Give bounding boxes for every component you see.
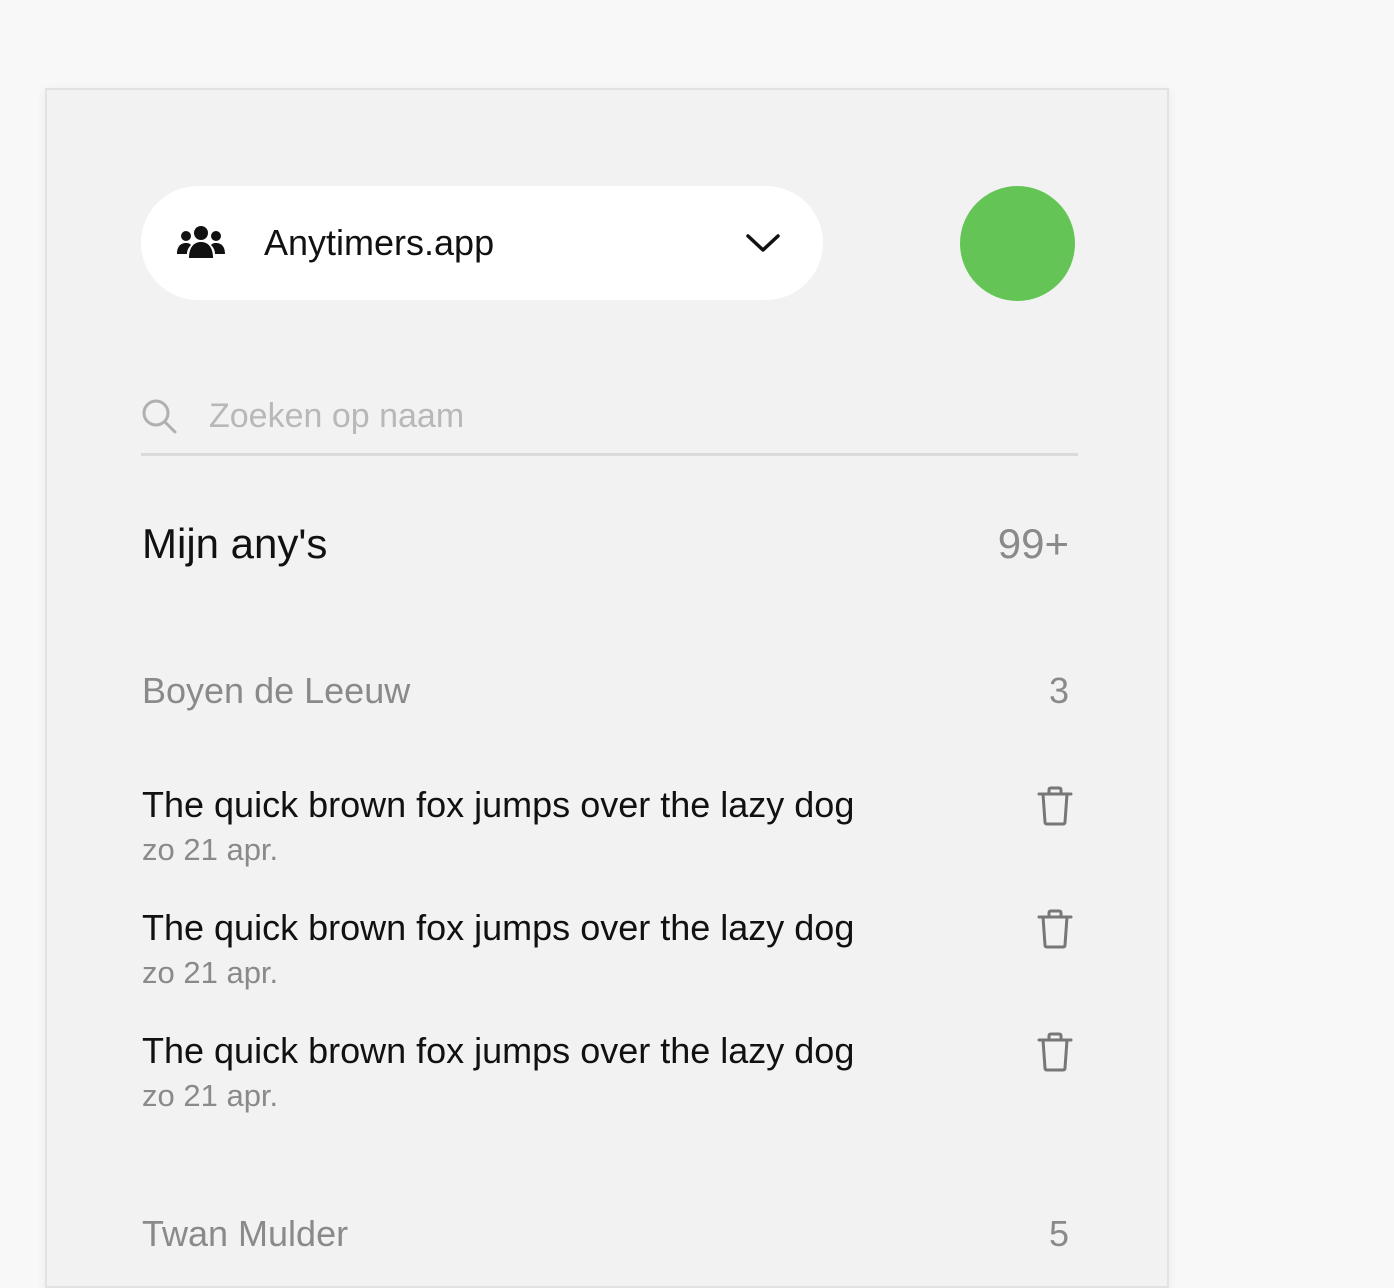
item-date: zo 21 apr. (142, 1078, 279, 1113)
list-item: The quick brown fox jumps over the lazy … (142, 907, 1082, 1007)
trash-icon[interactable] (1036, 786, 1074, 826)
chevron-down-icon (746, 234, 780, 252)
search-icon (142, 399, 177, 434)
search-bar (141, 380, 1078, 456)
trash-icon[interactable] (1036, 909, 1074, 949)
item-text: The quick brown fox jumps over the lazy … (142, 784, 855, 825)
person-count: 5 (1048, 1213, 1069, 1254)
person-name[interactable]: Boyen de Leeuw (142, 670, 410, 712)
group-name: Anytimers.app (264, 222, 495, 263)
item-date: zo 21 apr. (142, 955, 279, 990)
users-icon (177, 226, 225, 258)
item-text: The quick brown fox jumps over the lazy … (142, 907, 855, 948)
list-item: The quick brown fox jumps over the lazy … (142, 784, 1082, 884)
search-input[interactable] (209, 386, 1069, 446)
trash-icon[interactable] (1036, 1032, 1074, 1072)
group-selector[interactable]: Anytimers.app (141, 186, 823, 300)
person-name[interactable]: Twan Mulder (142, 1213, 348, 1255)
item-date: zo 21 apr. (142, 832, 279, 867)
person-count: 3 (1048, 670, 1069, 711)
item-text: The quick brown fox jumps over the lazy … (142, 1030, 855, 1071)
avatar[interactable] (960, 186, 1075, 301)
list-item: The quick brown fox jumps over the lazy … (142, 1030, 1082, 1130)
main-panel: Anytimers.app Mijn any's 99+ Boyen de Le… (45, 88, 1169, 1288)
section-count-badge: 99+ (997, 520, 1069, 567)
section-title: Mijn any's (142, 520, 328, 567)
